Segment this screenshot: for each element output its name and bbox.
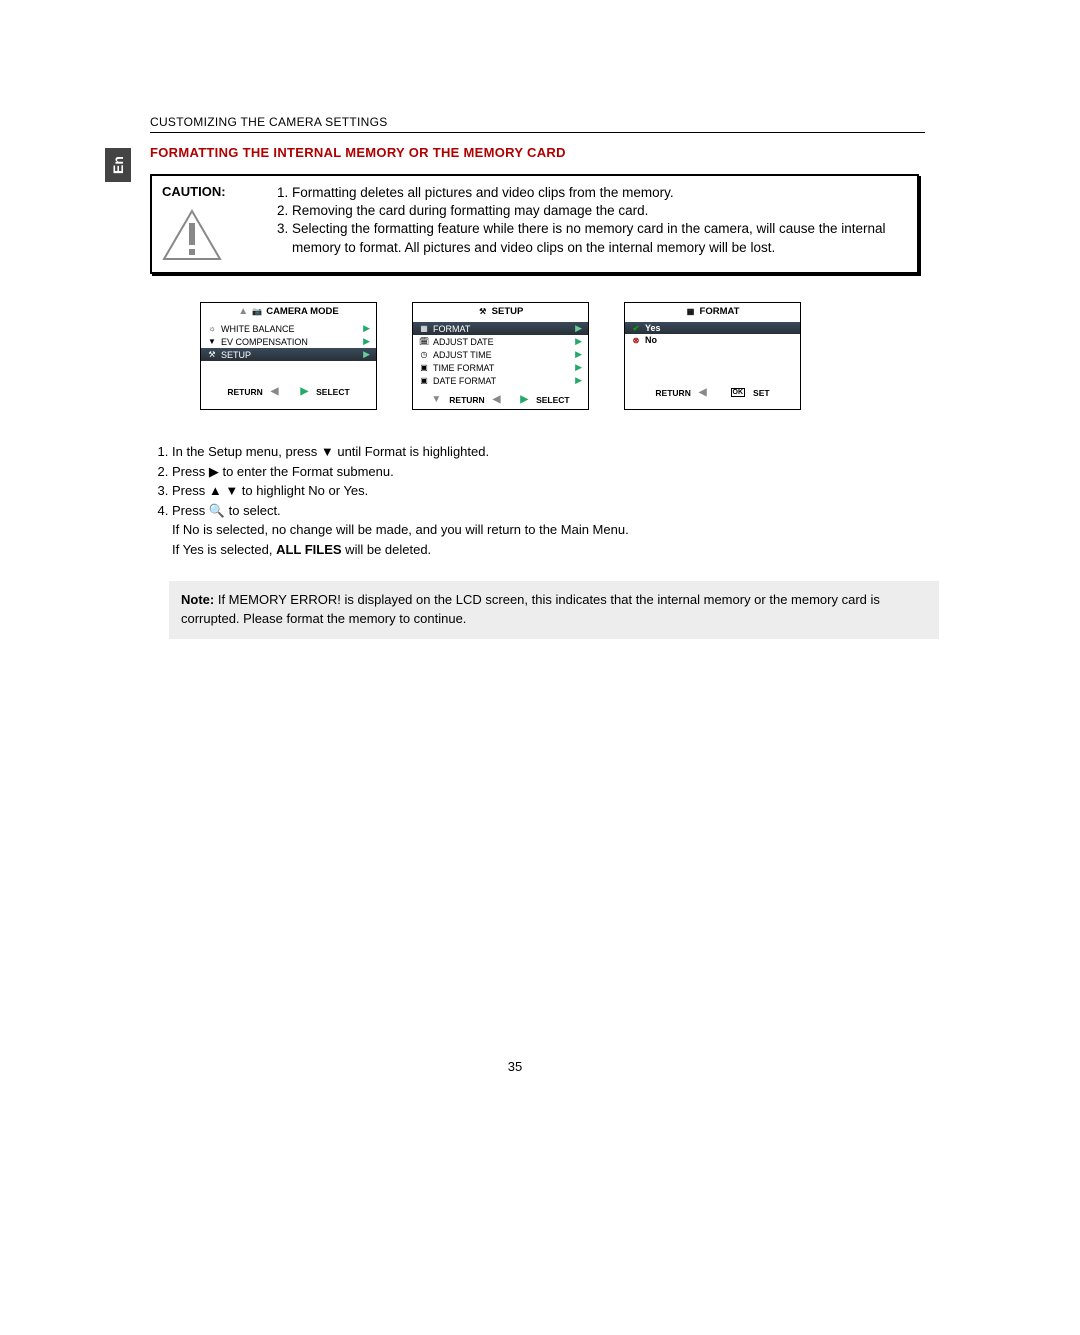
menu-row-selected: ▦ FORMAT ▶	[413, 322, 588, 335]
screen-format: ▦ FORMAT ✔ Yes ⊗ No RETURN ◀ OK SET	[624, 302, 801, 410]
arrow-right-icon: ▶	[520, 394, 528, 405]
caution-item: Removing the card during formatting may …	[292, 202, 907, 220]
caution-item: Formatting deletes all pictures and vide…	[292, 184, 907, 202]
arrow-right-icon: ▶	[363, 336, 370, 347]
menu-row: ▣ TIME FORMAT ▶	[419, 361, 582, 374]
arrow-left-icon: ◀	[699, 387, 707, 398]
ok-icon: OK	[731, 388, 746, 397]
step-item: Press 🔍 to select.	[172, 501, 925, 521]
section-header: CUSTOMIZING THE CAMERA SETTINGS	[150, 115, 925, 133]
instruction-steps: In the Setup menu, press ▼ until Format …	[150, 442, 925, 559]
arrow-right-icon: ▶	[575, 362, 582, 373]
menu-row: ▼ EV COMPENSATION ▶	[207, 335, 370, 348]
setup-icon: ⚒	[207, 350, 217, 359]
page-number: 35	[105, 1059, 925, 1074]
menu-row: 🗓 ADJUST DATE ▶	[419, 335, 582, 348]
menu-row: ▣ DATE FORMAT ▶	[419, 374, 582, 387]
down-triangle-icon: ▼	[431, 394, 441, 405]
time-icon: ◷	[419, 350, 429, 359]
step-sub: If Yes is selected, ALL FILES will be de…	[172, 540, 925, 560]
step-item: Press ▶ to enter the Format submenu.	[172, 462, 925, 482]
language-tab: En	[105, 148, 131, 182]
footer-return: RETURN	[655, 388, 690, 398]
arrow-right-icon: ▶	[575, 375, 582, 386]
step-item: Press ▲ ▼ to highlight No or Yes.	[172, 481, 925, 501]
note-box: Note: If MEMORY ERROR! is displayed on t…	[169, 581, 939, 639]
footer-select: SELECT	[536, 395, 570, 405]
caution-item: Selecting the formatting feature while t…	[292, 220, 907, 256]
menu-row-selected: ✔ Yes	[625, 322, 800, 334]
footer-return: RETURN	[449, 395, 484, 405]
datefmt-icon: ▣	[419, 376, 429, 385]
menu-row: ⊗ No	[631, 334, 794, 346]
arrow-right-icon: ▶	[575, 349, 582, 360]
menu-row: ◷ ADJUST TIME ▶	[419, 348, 582, 361]
up-triangle-icon: ▲	[238, 306, 248, 317]
check-icon: ✔	[631, 324, 641, 333]
arrow-right-icon: ▶	[575, 323, 582, 334]
screen-camera-mode: ▲ 📷 CAMERA MODE ☼ WHITE BALANCE ▶ ▼ EV C…	[200, 302, 377, 410]
arrow-right-icon: ▶	[575, 336, 582, 347]
timefmt-icon: ▣	[419, 363, 429, 372]
menu-row: ☼ WHITE BALANCE ▶	[207, 322, 370, 335]
format-icon: ▦	[419, 324, 429, 333]
arrow-left-icon: ◀	[271, 386, 279, 397]
wb-icon: ☼	[207, 324, 217, 333]
cross-icon: ⊗	[631, 336, 641, 345]
screen-setup: ⚒ SETUP ▦ FORMAT ▶ 🗓 ADJUST DATE ▶ ◷ ADJ…	[412, 302, 589, 410]
format-icon: ▦	[686, 307, 696, 316]
step-sub: If No is selected, no change will be mad…	[172, 520, 925, 540]
step-item: In the Setup menu, press ▼ until Format …	[172, 442, 925, 462]
menu-row-selected: ⚒ SETUP ▶	[201, 348, 376, 361]
footer-return: RETURN	[227, 387, 262, 397]
arrow-right-icon: ▶	[363, 323, 370, 334]
setup-icon: ⚒	[478, 307, 488, 316]
page-title: FORMATTING THE INTERNAL MEMORY OR THE ME…	[150, 145, 925, 160]
arrow-left-icon: ◀	[493, 394, 501, 405]
footer-set: SET	[753, 388, 770, 398]
caution-box: CAUTION: Formatting deletes all pictures…	[150, 174, 919, 274]
date-icon: 🗓	[419, 337, 429, 346]
arrow-right-icon: ▶	[363, 349, 370, 360]
arrow-right-icon: ▶	[300, 386, 308, 397]
caution-label: CAUTION:	[162, 184, 226, 199]
footer-select: SELECT	[316, 387, 350, 397]
ev-icon: ▼	[207, 337, 217, 346]
warning-icon	[162, 209, 222, 261]
camera-icon: 📷	[252, 307, 262, 316]
